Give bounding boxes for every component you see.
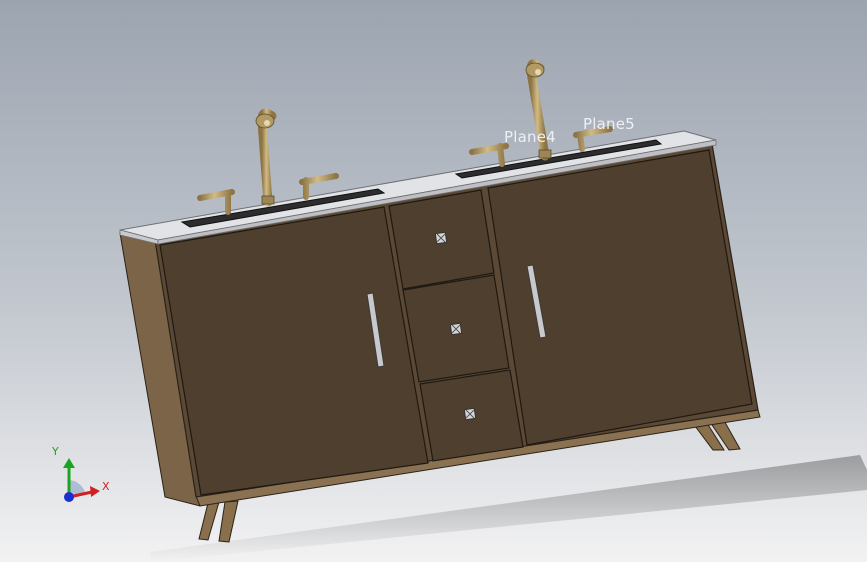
reference-triad[interactable]: Y X: [51, 445, 110, 502]
drawer-middle-knob[interactable]: [449, 322, 463, 336]
model-canvas[interactable]: Y X: [0, 0, 867, 562]
left-door[interactable]: [159, 206, 429, 496]
right-door[interactable]: [487, 149, 753, 446]
triad-y-label: Y: [51, 445, 59, 458]
triad-z-axis[interactable]: [64, 492, 74, 502]
drawer-top-knob[interactable]: [434, 231, 448, 245]
triad-x-arrow-icon: [90, 486, 100, 497]
drawer-bottom-knob[interactable]: [463, 407, 477, 421]
graphics-viewport[interactable]: Y X Plane4 Plane5: [0, 0, 867, 562]
triad-x-label: X: [102, 480, 110, 493]
drawer-bottom[interactable]: [419, 369, 524, 462]
drawer-top[interactable]: [388, 189, 495, 290]
plane5-label[interactable]: Plane5: [583, 115, 635, 133]
plane4-label[interactable]: Plane4: [504, 128, 556, 146]
drawer-middle[interactable]: [402, 274, 510, 383]
triad-y-arrow-icon: [63, 458, 75, 468]
